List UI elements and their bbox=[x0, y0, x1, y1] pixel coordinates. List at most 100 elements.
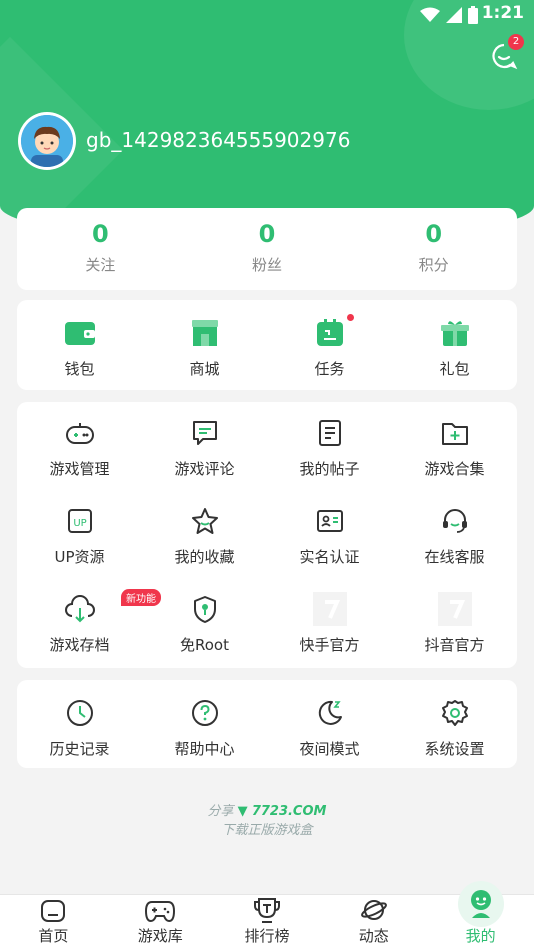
avatar[interactable] bbox=[18, 112, 76, 170]
shop-item[interactable]: 商城 bbox=[142, 316, 267, 390]
bottom-tab-bar: 首页 游戏库 排行榜 动态 我的 bbox=[0, 881, 534, 950]
active-tab-indicator bbox=[457, 881, 504, 927]
stat-value: 0 bbox=[91, 220, 109, 248]
stat-value: 0 bbox=[425, 220, 443, 248]
message-badge: 2 bbox=[508, 34, 524, 50]
tool-label: 游戏合集 bbox=[424, 460, 485, 478]
new-feature-badge: 新功能 bbox=[121, 589, 161, 606]
tool-real-name[interactable]: 实名认证 bbox=[267, 504, 392, 592]
brand-shield-icon: ▼ bbox=[237, 804, 248, 819]
status-bar: 1:21 bbox=[0, 0, 534, 28]
star-icon bbox=[191, 508, 218, 534]
tool-label: 快手官方 bbox=[299, 636, 360, 654]
tool-label: 游戏评论 bbox=[174, 460, 235, 478]
settings-item[interactable]: 系统设置 bbox=[392, 696, 517, 768]
folder-add-icon bbox=[441, 423, 468, 445]
douyin-placeholder-icon bbox=[437, 592, 472, 626]
tool-up-resources[interactable]: UP UP资源 bbox=[17, 504, 142, 592]
tab-label: 我的 bbox=[465, 927, 496, 945]
headset-icon bbox=[442, 509, 467, 533]
tab-label: 首页 bbox=[38, 927, 69, 945]
tool-label: 游戏管理 bbox=[49, 460, 110, 478]
up-icon: UP bbox=[67, 509, 92, 533]
wallet-label: 钱包 bbox=[64, 360, 95, 378]
history-item[interactable]: 历史记录 bbox=[17, 696, 142, 768]
tool-game-manage[interactable]: 游戏管理 bbox=[17, 416, 142, 504]
task-icon bbox=[316, 319, 343, 346]
gamepad-icon bbox=[145, 901, 176, 923]
tool-label: 免Root bbox=[180, 636, 229, 654]
gift-item[interactable]: 礼包 bbox=[392, 316, 517, 390]
share-footer: 分享 ▼ 7723.COM 下载正版游戏盒 bbox=[0, 800, 534, 838]
message-button[interactable]: 2 bbox=[490, 34, 524, 70]
tab-feed[interactable]: 动态 bbox=[320, 895, 427, 950]
tool-label: 实名认证 bbox=[299, 548, 360, 566]
shop-label: 商城 bbox=[189, 360, 220, 378]
stat-value: 0 bbox=[258, 220, 276, 248]
moon-icon bbox=[318, 700, 342, 725]
gift-icon bbox=[440, 321, 469, 346]
tool-no-root[interactable]: 免Root bbox=[142, 592, 267, 680]
battery-icon bbox=[468, 6, 478, 24]
task-item[interactable]: 任务 bbox=[267, 316, 392, 390]
tool-label: 游戏存档 bbox=[49, 636, 110, 654]
night-mode-item[interactable]: 夜间模式 bbox=[267, 696, 392, 768]
clock-time: 1:21 bbox=[481, 3, 524, 23]
tools-card: 游戏管理 游戏评论 我的帖子 游戏合集 UP UP资源 我的收藏 实名认证 在线… bbox=[17, 402, 517, 668]
stat-label: 粉丝 bbox=[252, 256, 283, 274]
tool-douyin[interactable]: 抖音官方 bbox=[392, 592, 517, 680]
tab-ranking[interactable]: 排行榜 bbox=[214, 895, 321, 950]
gamepad-icon bbox=[65, 423, 94, 444]
wallet-item[interactable]: 钱包 bbox=[17, 316, 142, 390]
comment-icon bbox=[192, 421, 217, 445]
task-notification-dot bbox=[347, 314, 354, 321]
tool-online-service[interactable]: 在线客服 bbox=[392, 504, 517, 592]
stats-card: 0 关注 0 粉丝 0 积分 bbox=[17, 208, 517, 290]
tab-label: 游戏库 bbox=[137, 927, 183, 945]
tool-label: 我的收藏 bbox=[174, 548, 235, 566]
username[interactable]: gb_142982364555902976 bbox=[86, 128, 350, 152]
planet-icon bbox=[360, 900, 387, 920]
share-prefix: 分享 bbox=[207, 804, 234, 819]
help-label: 帮助中心 bbox=[174, 740, 235, 758]
profile-header bbox=[0, 0, 534, 242]
wallet-card: 钱包 商城 任务 礼包 bbox=[17, 300, 517, 390]
shield-icon bbox=[193, 596, 216, 623]
signal-icon bbox=[446, 7, 462, 23]
clock-icon bbox=[66, 700, 93, 726]
settings-label: 系统设置 bbox=[424, 740, 485, 758]
help-item[interactable]: 帮助中心 bbox=[142, 696, 267, 768]
task-label: 任务 bbox=[314, 360, 345, 378]
svg-text:UP: UP bbox=[73, 518, 86, 529]
profile-icon bbox=[470, 890, 491, 918]
wallet-icon bbox=[64, 322, 95, 345]
tool-label: 抖音官方 bbox=[424, 636, 485, 654]
tool-label: UP资源 bbox=[54, 548, 105, 566]
post-icon bbox=[318, 420, 341, 446]
avatar-image bbox=[21, 115, 73, 167]
tool-kuaishou[interactable]: 快手官方 bbox=[267, 592, 392, 680]
kuaishou-placeholder-icon bbox=[312, 592, 347, 626]
stat-label: 关注 bbox=[85, 256, 116, 274]
stat-points[interactable]: 0 积分 bbox=[350, 208, 517, 290]
tab-mine[interactable]: 我的 bbox=[427, 881, 534, 950]
brand-name: 7723.COM bbox=[251, 804, 327, 819]
help-icon bbox=[191, 700, 218, 726]
id-card-icon bbox=[316, 510, 343, 532]
tab-game-library[interactable]: 游戏库 bbox=[107, 895, 214, 950]
tab-label: 排行榜 bbox=[244, 927, 290, 945]
tool-favorites[interactable]: 我的收藏 bbox=[142, 504, 267, 592]
tool-my-posts[interactable]: 我的帖子 bbox=[267, 416, 392, 504]
tab-home[interactable]: 首页 bbox=[0, 895, 107, 950]
stat-following[interactable]: 0 关注 bbox=[17, 208, 184, 290]
tool-game-collection[interactable]: 游戏合集 bbox=[392, 416, 517, 504]
stat-fans[interactable]: 0 粉丝 bbox=[184, 208, 351, 290]
share-subtitle: 下载正版游戏盒 bbox=[221, 823, 313, 838]
night-mode-label: 夜间模式 bbox=[299, 740, 360, 758]
stat-label: 积分 bbox=[418, 256, 449, 274]
tool-game-comment[interactable]: 游戏评论 bbox=[142, 416, 267, 504]
tool-label: 在线客服 bbox=[424, 548, 485, 566]
home-icon bbox=[41, 900, 66, 922]
gift-label: 礼包 bbox=[439, 360, 470, 378]
cloud-download-icon bbox=[64, 595, 95, 623]
